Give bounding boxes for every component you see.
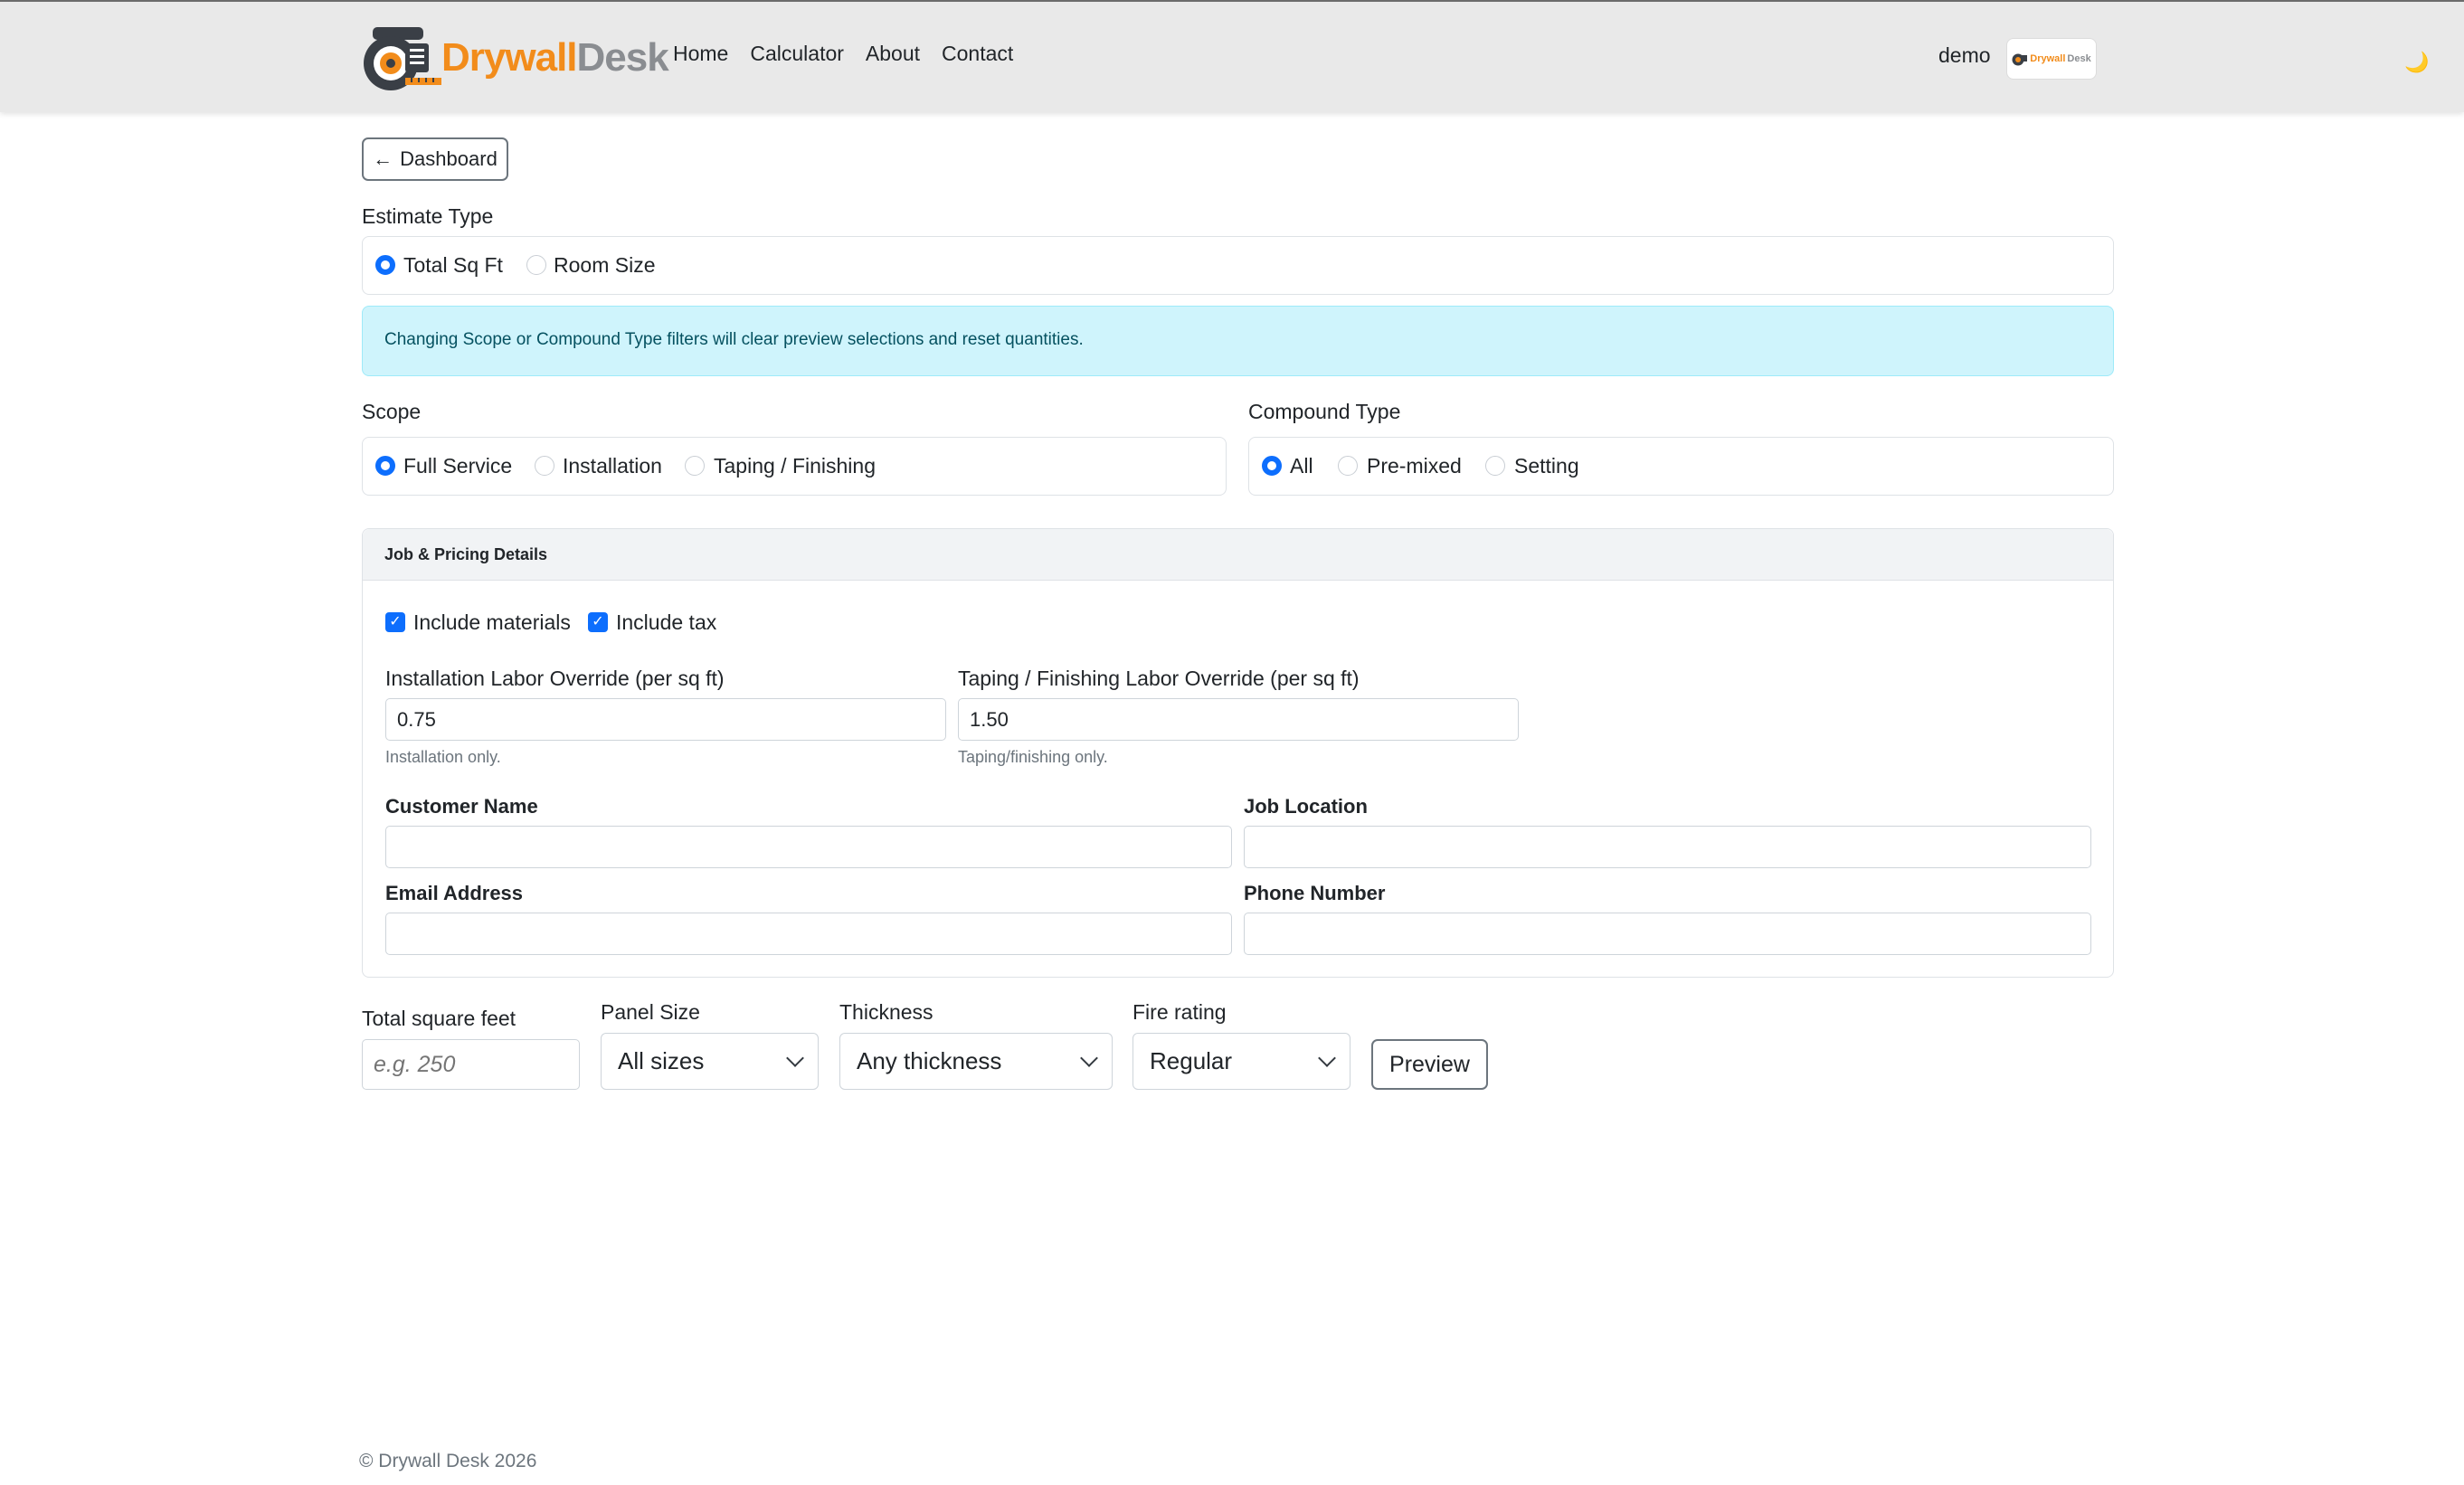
arrow-left-icon: ←	[373, 147, 393, 170]
radio-setting[interactable]	[1485, 456, 1505, 476]
top-navbar: DrywallDesk Home Calculator About Contac…	[0, 0, 2464, 112]
email-address-label: Email Address	[385, 882, 524, 904]
radio-compound-all[interactable]	[1262, 456, 1282, 476]
radio-pre-mixed[interactable]	[1338, 456, 1358, 476]
radio-setting-label[interactable]: Setting	[1514, 454, 1579, 478]
chevron-down-icon	[1318, 1048, 1336, 1067]
radio-total-sqft-label[interactable]: Total Sq Ft	[403, 253, 503, 278]
radio-full-service[interactable]	[375, 456, 395, 476]
include-tax-checkbox[interactable]: ✓	[588, 612, 608, 632]
radio-full-service-label[interactable]: Full Service	[403, 454, 512, 478]
estimate-type-group: Total Sq Ft Room Size	[362, 236, 2114, 295]
job-location-input[interactable]	[1244, 826, 2091, 868]
scope-label: Scope	[362, 400, 422, 423]
taping-override-input[interactable]: 1.50	[958, 698, 1519, 741]
install-override-label: Installation Labor Override (per sq ft)	[385, 667, 725, 690]
info-alert: Changing Scope or Compound Type filters …	[362, 306, 2114, 376]
panel-size-label: Panel Size	[601, 1000, 700, 1024]
nav-link-contact[interactable]: Contact	[942, 42, 1013, 66]
radio-installation[interactable]	[535, 456, 554, 476]
main-nav: Home Calculator About Contact	[673, 42, 1013, 66]
customer-name-label: Customer Name	[385, 795, 538, 818]
scope-group: Full Service Installation Taping / Finis…	[362, 437, 1227, 496]
customer-name-input[interactable]	[385, 826, 1232, 868]
brand-name-part2: Desk	[576, 35, 669, 80]
nav-link-home[interactable]: Home	[673, 42, 728, 66]
radio-room-size[interactable]	[526, 255, 546, 275]
dashboard-back-button[interactable]: ← Dashboard	[362, 137, 508, 181]
total-sqft-input[interactable]	[362, 1039, 580, 1090]
fire-rating-value: Regular	[1150, 1047, 1233, 1074]
taping-override-help: Taping/finishing only.	[958, 748, 1108, 766]
radio-compound-all-label[interactable]: All	[1290, 454, 1313, 478]
install-override-help: Installation only.	[385, 748, 501, 766]
total-sqft-label: Total square feet	[362, 1007, 516, 1030]
panel-size-value: All sizes	[618, 1047, 705, 1074]
nav-username[interactable]: demo	[1938, 43, 1991, 68]
moon-icon[interactable]: 🌙	[2404, 51, 2429, 74]
include-materials-checkbox[interactable]: ✓	[385, 612, 405, 632]
job-pricing-card-title: Job & Pricing Details	[363, 529, 2113, 581]
chevron-down-icon	[1080, 1048, 1098, 1067]
brand-name: DrywallDesk	[441, 35, 669, 80]
job-pricing-card: Job & Pricing Details ✓ Include material…	[362, 528, 2114, 978]
brand-logo-link[interactable]: DrywallDesk	[360, 24, 669, 92]
dashboard-back-label: Dashboard	[400, 147, 498, 170]
phone-number-label: Phone Number	[1244, 882, 1386, 904]
tape-measure-logo-icon	[2012, 53, 2028, 66]
job-location-label: Job Location	[1244, 795, 1368, 818]
taping-override-label: Taping / Finishing Labor Override (per s…	[958, 667, 1360, 690]
radio-room-size-label[interactable]: Room Size	[554, 253, 655, 278]
email-address-input[interactable]	[385, 913, 1232, 955]
radio-installation-label[interactable]: Installation	[563, 454, 662, 478]
panel-size-select[interactable]: All sizes	[601, 1033, 819, 1090]
avatar-label-part1: Drywall	[2030, 53, 2066, 64]
install-override-input[interactable]: 0.75	[385, 698, 946, 741]
fire-rating-label: Fire rating	[1132, 1000, 1227, 1024]
estimate-type-label: Estimate Type	[362, 204, 494, 228]
compound-type-label: Compound Type	[1248, 400, 1401, 423]
footer-copyright: © Drywall Desk 2026	[359, 1451, 537, 1471]
phone-number-input[interactable]	[1244, 913, 2091, 955]
brand-name-part1: Drywall	[441, 35, 578, 80]
thickness-select[interactable]: Any thickness	[839, 1033, 1113, 1090]
avatar[interactable]: Drywall Desk	[2006, 38, 2097, 80]
nav-link-calculator[interactable]: Calculator	[750, 42, 844, 66]
fire-rating-select[interactable]: Regular	[1132, 1033, 1350, 1090]
tape-measure-logo-icon	[360, 24, 441, 92]
include-materials-label[interactable]: Include materials	[413, 610, 571, 635]
preview-button[interactable]: Preview	[1371, 1039, 1488, 1090]
thickness-label: Thickness	[839, 1000, 933, 1024]
avatar-label-part2: Desk	[2067, 53, 2091, 64]
radio-taping-finishing[interactable]	[685, 456, 705, 476]
compound-type-group: All Pre-mixed Setting	[1248, 437, 2114, 496]
include-tax-label[interactable]: Include tax	[616, 610, 716, 635]
radio-pre-mixed-label[interactable]: Pre-mixed	[1367, 454, 1462, 478]
thickness-value: Any thickness	[857, 1047, 1002, 1074]
nav-link-about[interactable]: About	[866, 42, 920, 66]
radio-total-sqft[interactable]	[375, 255, 395, 275]
chevron-down-icon	[786, 1048, 804, 1067]
radio-taping-finishing-label[interactable]: Taping / Finishing	[714, 454, 876, 478]
